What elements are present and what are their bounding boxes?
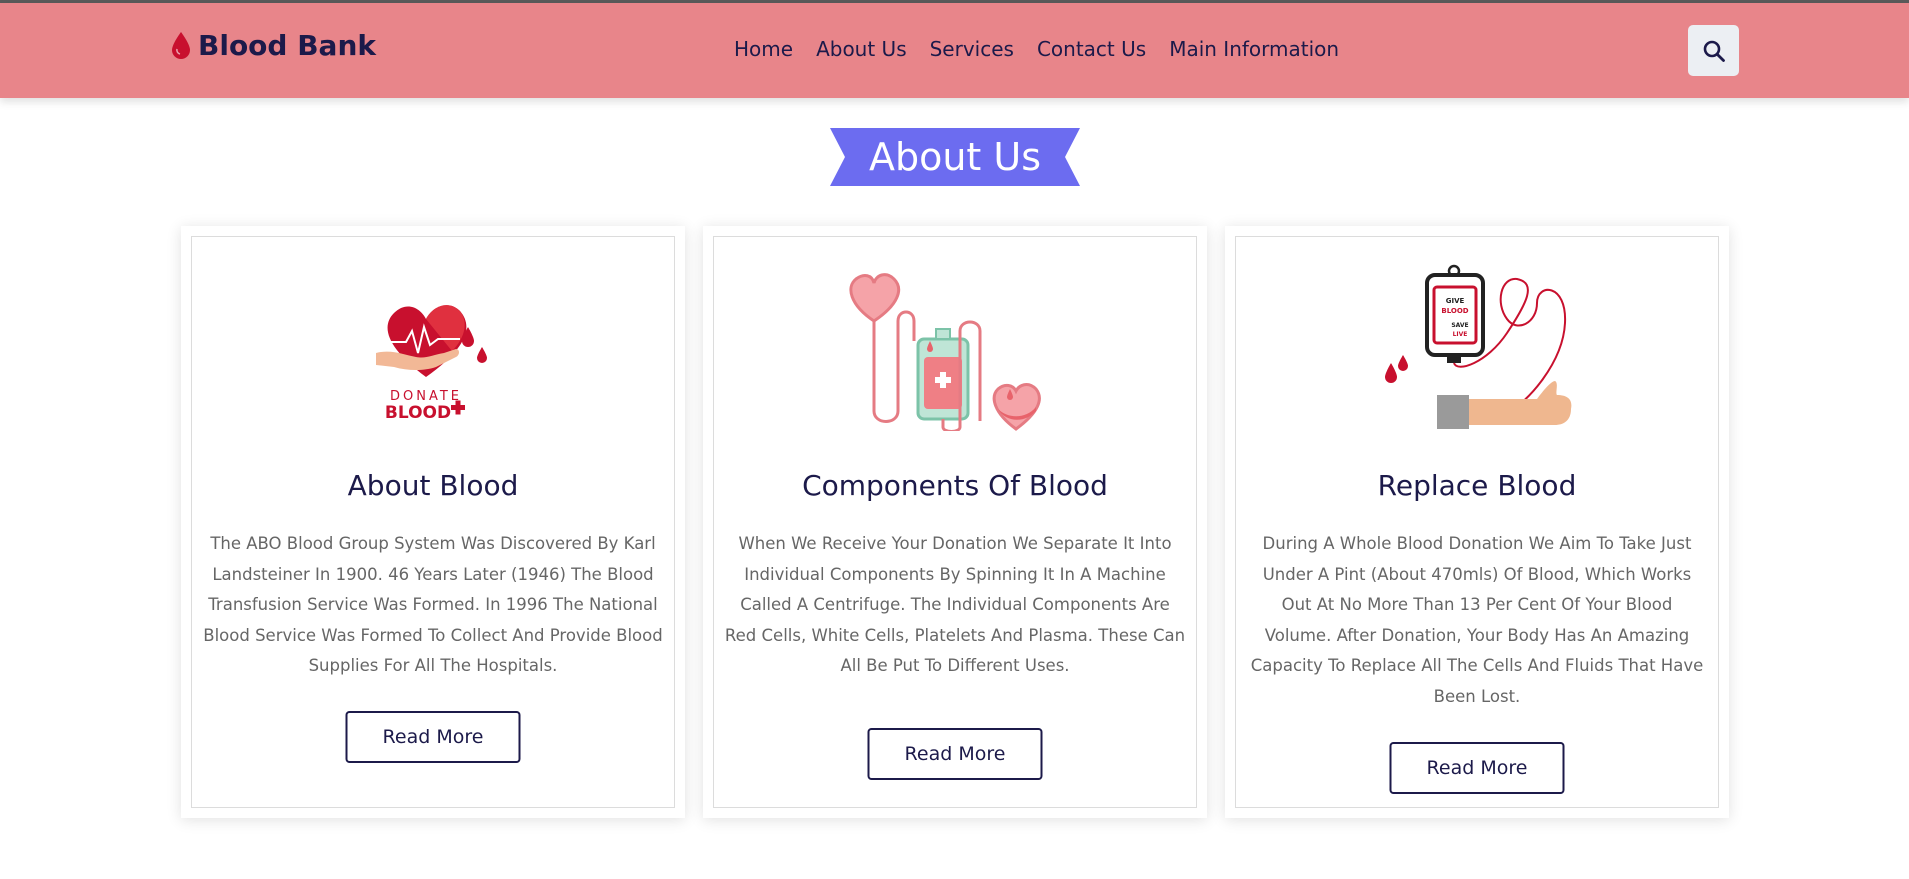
save-label: SAVE <box>1451 322 1468 329</box>
donate-label: DONATE <box>390 389 462 404</box>
logo[interactable]: Blood Bank <box>170 29 376 62</box>
card-title: About Blood <box>347 469 519 502</box>
section-title-text: About Us <box>868 135 1042 179</box>
card-text: During A Whole Blood Donation We Aim To … <box>1250 534 1704 706</box>
blood-drop-icon <box>172 31 190 59</box>
blood-components-illustration <box>849 273 1041 431</box>
read-more-button[interactable]: Read More <box>1389 742 1565 794</box>
blood-transfusion-illustration: GIVE BLOOD SAVE LIVE <box>1385 264 1572 429</box>
blood-label: BLOOD <box>385 403 451 422</box>
logo-text: Blood Bank <box>198 29 376 62</box>
search-button[interactable] <box>1688 25 1739 76</box>
nav-home[interactable]: Home <box>734 37 793 61</box>
nav-main-information[interactable]: Main Information <box>1169 37 1339 61</box>
blood-label: BLOOD <box>1441 307 1468 315</box>
card-title: Components Of Blood <box>802 469 1108 502</box>
give-label: GIVE <box>1446 297 1465 305</box>
section-title: About Us <box>830 128 1080 186</box>
search-icon <box>1703 40 1725 62</box>
card-inner: Components Of Blood When We Receive Your… <box>713 236 1197 808</box>
card-text: When We Receive Your Donation We Separat… <box>724 534 1186 675</box>
card-title: Replace Blood <box>1377 469 1577 502</box>
nav-contact-us[interactable]: Contact Us <box>1037 37 1146 61</box>
header: Blood Bank Home About Us Services Contac… <box>0 3 1909 98</box>
card-replace-blood: GIVE BLOOD SAVE LIVE Replace Blood Durin… <box>1225 226 1729 818</box>
read-more-button[interactable]: Read More <box>867 728 1043 780</box>
card-components-of-blood: Components Of Blood When We Receive Your… <box>703 226 1207 818</box>
donate-blood-illustration: DONATE BLOOD <box>376 305 487 422</box>
live-label: LIVE <box>1453 331 1468 338</box>
nav-services[interactable]: Services <box>930 37 1014 61</box>
read-more-button[interactable]: Read More <box>345 711 521 763</box>
main-nav: Home About Us Services Contact Us Main I… <box>734 37 1362 61</box>
nav-about-us[interactable]: About Us <box>816 37 907 61</box>
card-text: The ABO Blood Group System Was Discovere… <box>203 534 663 675</box>
card-about-blood: DONATE BLOOD About Blood The ABO Blood G… <box>181 226 685 818</box>
card-inner: DONATE BLOOD About Blood The ABO Blood G… <box>191 236 675 808</box>
card-inner: GIVE BLOOD SAVE LIVE Replace Blood Durin… <box>1235 236 1719 808</box>
